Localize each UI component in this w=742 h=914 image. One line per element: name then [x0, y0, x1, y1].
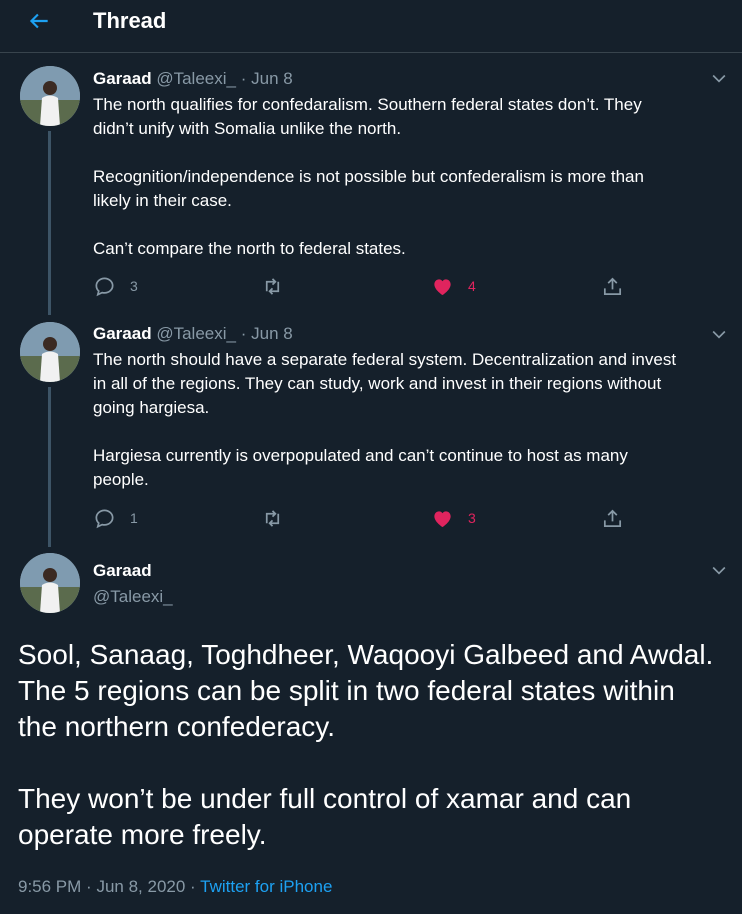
tweet-date[interactable]: Jun 8: [251, 69, 293, 88]
chevron-down-icon[interactable]: [709, 68, 729, 88]
chevron-down-icon[interactable]: [709, 560, 729, 580]
retweet-button[interactable]: [261, 274, 298, 298]
display-name[interactable]: Garaad: [93, 560, 152, 582]
tweet-line: didn’t unify with Somalia unlike the nor…: [93, 119, 402, 138]
tweet-meta: Garaad @Taleexi_ · Jun 8: [93, 68, 293, 90]
tweet-source-link[interactable]: Twitter for iPhone: [200, 877, 332, 896]
tweet-line: the northern confederacy.: [18, 711, 336, 742]
tweet-full-date[interactable]: Jun 8, 2020: [96, 877, 185, 896]
arrow-left-icon[interactable]: [26, 8, 52, 34]
tweet-line: They won’t be under full control of xama…: [18, 783, 632, 814]
tweet-line: Sool, Sanaag, Toghdheer, Waqooyi Galbeed…: [18, 639, 714, 670]
user-handle[interactable]: @Taleexi_: [93, 586, 173, 608]
user-handle[interactable]: @Taleexi_: [156, 69, 236, 88]
share-button[interactable]: [601, 274, 624, 298]
display-name[interactable]: Garaad: [93, 69, 152, 88]
tweet-line: going hargiesa.: [93, 398, 210, 417]
tweet-line: likely in their case.: [93, 191, 232, 210]
tweet-timestamp: 9:56 PM · Jun 8, 2020 · Twitter for iPho…: [18, 876, 332, 898]
reply-icon: [95, 276, 114, 296]
display-name[interactable]: Garaad: [93, 324, 152, 343]
reply-count: 3: [130, 278, 138, 294]
like-count: 3: [468, 510, 476, 526]
avatar[interactable]: [20, 322, 80, 382]
thread-header: Thread: [0, 0, 742, 53]
heart-icon: [434, 278, 451, 295]
tweet-text: The north qualifies for confedaralism. S…: [93, 93, 733, 261]
avatar[interactable]: [20, 66, 80, 126]
reply-icon: [95, 508, 114, 528]
tweet-date[interactable]: Jun 8: [251, 324, 293, 343]
separator: ·: [240, 324, 247, 343]
like-count: 4: [468, 278, 476, 294]
thread-connector: [48, 131, 51, 315]
page-title: Thread: [93, 8, 167, 33]
tweet-line: operate more freely.: [18, 819, 267, 850]
share-icon: [603, 277, 622, 295]
separator: ·: [240, 69, 247, 88]
tweet-line: The north should have a separate federal…: [93, 350, 677, 369]
reply-button[interactable]: 3: [93, 274, 138, 298]
tweet-line: in all of the regions. They can study, w…: [93, 374, 662, 393]
reply-button[interactable]: 1: [93, 506, 138, 530]
tweet-actions: 1 3: [93, 506, 653, 530]
thread-connector: [48, 387, 51, 547]
tweet-line: people.: [93, 470, 149, 489]
reply-count: 1: [130, 510, 138, 526]
tweet-line: Recognition/independence is not possible…: [93, 167, 644, 186]
tweet-line: Hargiesa currently is overpopulated and …: [93, 446, 628, 465]
share-button[interactable]: [601, 506, 624, 530]
user-handle[interactable]: @Taleexi_: [156, 324, 236, 343]
tweet-text: The north should have a separate federal…: [93, 348, 733, 492]
like-button[interactable]: 3: [431, 506, 476, 530]
share-icon: [603, 509, 622, 527]
tweet-text: Sool, Sanaag, Toghdheer, Waqooyi Galbeed…: [18, 637, 733, 853]
tweet-actions: 3 4: [93, 274, 653, 298]
avatar[interactable]: [20, 553, 80, 613]
separator: ·: [86, 877, 92, 896]
tweet-line: Can’t compare the north to federal state…: [93, 239, 406, 258]
separator: ·: [190, 877, 196, 896]
like-button[interactable]: 4: [431, 274, 476, 298]
heart-icon: [434, 510, 451, 527]
retweet-icon: [265, 277, 280, 295]
chevron-down-icon[interactable]: [709, 324, 729, 344]
tweet-line: The north qualifies for confedaralism. S…: [93, 95, 642, 114]
retweet-button[interactable]: [261, 506, 298, 530]
tweet-time[interactable]: 9:56 PM: [18, 877, 81, 896]
tweet-meta: Garaad @Taleexi_ · Jun 8: [93, 323, 293, 345]
tweet-line: The 5 regions can be split in two federa…: [18, 675, 675, 706]
retweet-icon: [265, 509, 280, 527]
